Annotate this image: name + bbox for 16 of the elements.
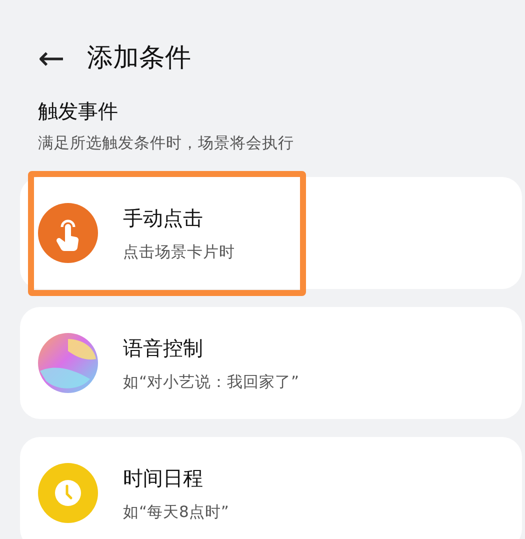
clock-icon	[38, 463, 98, 524]
page-title: 添加条件	[86, 42, 191, 74]
hand-icon	[38, 203, 98, 264]
section-subtitle: 满足所选触发条件时，场景将会执行	[38, 133, 295, 154]
card-subtitle: 如“对小艺说：我回家了”	[123, 372, 300, 393]
trigger-card[interactable]: 手动点击 点击场景卡片时	[20, 177, 522, 290]
card-title: 手动点击	[123, 204, 204, 232]
trigger-card[interactable]: 时间日程 如“每天8点时”	[20, 437, 522, 539]
card-subtitle: 点击场景卡片时	[123, 242, 235, 263]
trigger-card[interactable]: 语音控制 如“对小艺说：我回家了”	[20, 307, 522, 420]
orb-icon	[38, 333, 98, 394]
card-title: 语音控制	[123, 334, 204, 362]
back-icon[interactable]: ←	[38, 42, 65, 74]
card-title: 时间日程	[123, 464, 204, 492]
card-subtitle: 如“每天8点时”	[123, 502, 229, 523]
section-title: 触发事件	[38, 98, 119, 125]
